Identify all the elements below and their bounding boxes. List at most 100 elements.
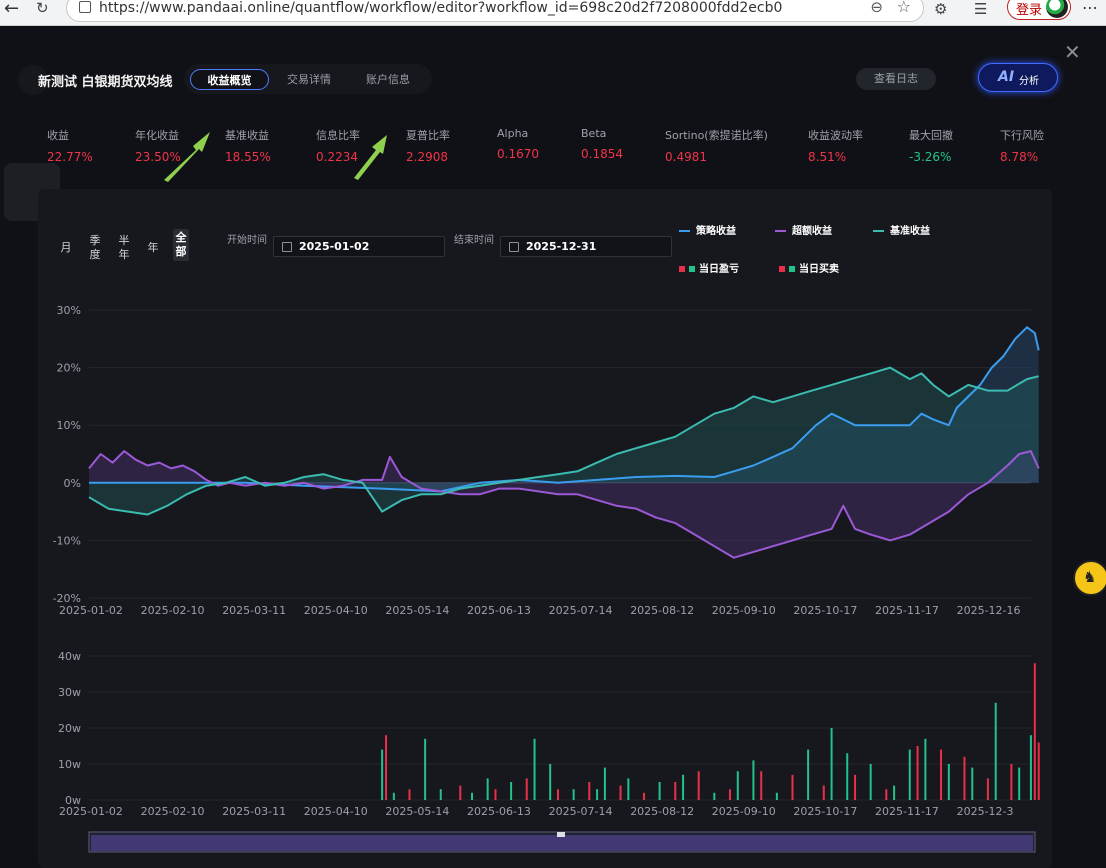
x-tick-label: 2025-11-17 xyxy=(875,604,939,617)
back-arrow-icon[interactable]: ← xyxy=(4,0,19,18)
volume-bar xyxy=(1010,764,1013,800)
volume-bar xyxy=(986,778,989,800)
metric-value: 0.4981 xyxy=(665,150,707,164)
volume-bar xyxy=(760,771,763,800)
x-tick-label: 2025-04-10 xyxy=(304,604,368,617)
x-tick-label: 2025-09-10 xyxy=(712,604,776,617)
volume-bar xyxy=(728,789,731,800)
metric-label: 收益 xyxy=(47,129,69,142)
assistant-icon: ♞ xyxy=(1083,568,1097,586)
x-tick-label: 2025-01-02 xyxy=(59,805,123,818)
volume-bar xyxy=(682,774,685,800)
tab-trade-details[interactable]: 交易详情 xyxy=(274,69,344,90)
browser-toolbar: ← ↻ https://www.pandaai.online/quantflow… xyxy=(0,0,1106,26)
volume-bar xyxy=(1033,663,1036,800)
volume-bar xyxy=(385,735,388,800)
favorite-star-icon[interactable]: ☆ xyxy=(897,0,911,16)
range-slider-selection xyxy=(91,835,1033,851)
x-tick-label: 2025-12-16 xyxy=(957,604,1021,617)
metric-value: 18.55% xyxy=(225,150,271,164)
favorites-icon[interactable]: ☰ xyxy=(974,0,987,18)
x-tick-label: 2025-09-10 xyxy=(712,805,776,818)
close-icon[interactable]: ✕ xyxy=(1064,40,1081,64)
x-tick-label: 2025-02-10 xyxy=(141,604,205,617)
volume-bar xyxy=(736,771,739,800)
volume-bar xyxy=(486,778,489,800)
x-tick-label: 2025-10-17 xyxy=(793,805,857,818)
volume-bar xyxy=(940,749,943,800)
volume-bar xyxy=(596,789,599,800)
metric-alpha: Alpha 0.1670 xyxy=(497,127,539,161)
volume-bar xyxy=(642,792,645,800)
annotation-arrow-icon xyxy=(164,132,210,182)
x-tick-label: 2025-07-14 xyxy=(549,805,613,818)
metric-value: 0.1854 xyxy=(581,147,623,161)
x-tick-label: 2025-12-3 xyxy=(957,805,1014,818)
volume-bar xyxy=(619,785,622,800)
y-tick-label: 0% xyxy=(64,477,81,490)
more-options-icon[interactable]: ⋯ xyxy=(1082,0,1098,17)
volume-bar xyxy=(381,749,384,800)
x-tick-label: 2025-06-13 xyxy=(467,604,531,617)
metric-beta: Beta 0.1854 xyxy=(581,127,623,161)
url-text[interactable]: https://www.pandaai.online/quantflow/wor… xyxy=(99,0,782,16)
x-tick-label: 2025-01-02 xyxy=(59,604,123,617)
y-tick-label: 40w xyxy=(58,650,81,663)
metric-value: 2.2908 xyxy=(406,150,448,164)
volume-bar xyxy=(752,760,755,800)
annotation-arrow-icon xyxy=(354,135,387,180)
metric-label: 下行风险 xyxy=(1000,129,1044,142)
metric-return: 收益 22.77% xyxy=(47,127,93,164)
zoom-icon[interactable]: ⊖ xyxy=(870,0,883,16)
login-button[interactable]: 登录 xyxy=(1007,0,1071,20)
volume-bar xyxy=(916,746,919,800)
x-tick-label: 2025-11-17 xyxy=(875,805,939,818)
volume-bar xyxy=(557,789,559,800)
tab-account-info[interactable]: 账户信息 xyxy=(352,69,424,90)
returns-chart[interactable]: 30%20%10%0%-10%-20%2025-01-02 2025-02-10 2… xyxy=(38,189,1052,868)
extensions-icon[interactable]: ⚙ xyxy=(934,0,947,18)
x-tick-label: 2025-08-12 xyxy=(630,604,694,617)
volume-bar xyxy=(971,767,974,800)
chart-panel: 月 季度 半年 年 全部 开始时间 2025-01-02 结束时间 2025-1… xyxy=(38,189,1052,868)
volume-bar xyxy=(822,785,825,800)
volume-bar xyxy=(533,738,536,800)
x-tick-label: 2025-03-11 xyxy=(222,805,286,818)
volume-bar xyxy=(424,738,427,800)
volume-bar xyxy=(775,792,778,800)
address-bar[interactable]: https://www.pandaai.online/quantflow/wor… xyxy=(66,0,924,22)
volume-bar xyxy=(494,789,497,800)
workflow-title: 新测试 白银期货双均线 xyxy=(38,75,173,90)
metric-sortino: Sortino(索提诺比率) 0.4981 xyxy=(665,127,768,164)
volume-bar xyxy=(1029,735,1032,800)
view-log-button[interactable]: 查看日志 xyxy=(856,68,936,90)
tab-overview[interactable]: 收益概览 xyxy=(190,69,269,90)
volume-bar xyxy=(697,771,700,800)
ai-analysis-label: 分析 xyxy=(1019,76,1039,87)
volume-bar xyxy=(947,764,950,800)
metric-label: Sortino(索提诺比率) xyxy=(665,129,768,142)
volume-bar xyxy=(572,789,575,800)
volume-bar xyxy=(627,778,630,800)
reload-icon[interactable]: ↻ xyxy=(36,0,49,16)
ai-analysis-button[interactable]: AI 分析 xyxy=(978,63,1058,92)
metric-label: 最大回撤 xyxy=(909,129,953,142)
y-tick-label: 20% xyxy=(57,362,81,375)
site-info-icon[interactable] xyxy=(79,1,91,13)
volume-bar xyxy=(588,782,591,800)
help-assistant-button[interactable]: ♞ xyxy=(1073,560,1106,596)
x-tick-label: 2025-07-14 xyxy=(549,604,613,617)
metric-max-drawdown: 最大回撤 -3.26% xyxy=(909,127,953,164)
avatar xyxy=(1046,0,1068,18)
metric-label: 夏普比率 xyxy=(406,129,450,142)
volume-bar xyxy=(713,792,716,800)
metric-value: 8.78% xyxy=(1000,150,1039,164)
volume-bar xyxy=(471,792,474,800)
metric-value: 8.51% xyxy=(808,150,847,164)
y-tick-label: 10% xyxy=(57,419,81,432)
volume-bar xyxy=(924,738,927,800)
volume-bar xyxy=(963,756,966,800)
y-tick-label: -10% xyxy=(53,534,81,547)
range-slider-handle xyxy=(557,832,565,837)
volume-bar xyxy=(674,782,677,800)
